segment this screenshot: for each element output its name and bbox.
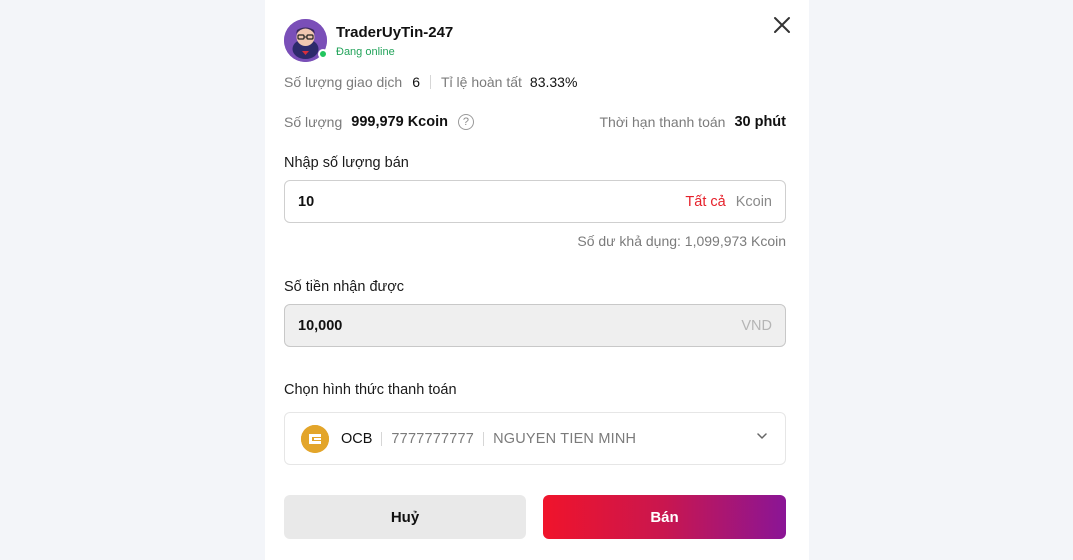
sell-amount-field[interactable]: Tất cả Kcoin: [284, 180, 786, 223]
sell-dialog: TraderUyTin-247 Đang online Số lượng gia…: [265, 0, 809, 560]
receive-amount-value: 10,000: [298, 317, 343, 334]
receive-amount-field: 10,000 VND: [284, 304, 786, 347]
cancel-button[interactable]: Huỷ: [284, 495, 526, 539]
bank-name: OCB: [341, 430, 373, 447]
online-indicator: [318, 49, 328, 59]
trades-value: 6: [412, 74, 420, 90]
payment-divider: [483, 431, 485, 446]
quantity-value: 999,979 Kcoin: [351, 114, 448, 130]
chevron-down-icon[interactable]: [755, 429, 769, 448]
sell-button[interactable]: Bán: [543, 495, 786, 539]
quantity-label: Số lượng: [284, 114, 343, 130]
ocb-bank-logo-icon: [301, 424, 329, 453]
account-number: 7777777777: [391, 430, 475, 447]
quantity-row: Số lượng 999,979 Kcoin ? Thời hạn thanh …: [284, 112, 786, 132]
completion-label: Tỉ lệ hoàn tất: [440, 74, 522, 90]
receive-amount-label: Số tiền nhận được: [284, 279, 404, 295]
avatar[interactable]: [284, 19, 328, 62]
question-circle-icon[interactable]: ?: [457, 114, 474, 130]
stats-divider: [429, 75, 431, 89]
trades-label: Số lượng giao dịch: [284, 74, 403, 90]
close-icon[interactable]: [771, 14, 793, 36]
deadline-value: 30 phút: [734, 114, 786, 130]
sell-unit: Kcoin: [735, 193, 772, 210]
sell-all-button[interactable]: Tất cả: [685, 194, 725, 210]
completion-value: 83.33%: [529, 74, 578, 90]
deadline-label: Thời hạn thanh toán: [599, 114, 726, 130]
sell-amount-input[interactable]: [298, 193, 686, 210]
account-name: NGUYEN TIEN MINH: [493, 430, 637, 447]
payment-divider: [381, 431, 383, 446]
seller-status: Đang online: [336, 46, 395, 58]
payment-method-select[interactable]: OCB 7777777777 NGUYEN TIEN MINH: [284, 412, 786, 465]
seller-header: TraderUyTin-247 Đang online: [284, 19, 453, 62]
payment-method-label: Chọn hình thức thanh toán: [284, 382, 457, 398]
receive-unit: VND: [741, 317, 772, 334]
seller-name[interactable]: TraderUyTin-247: [336, 22, 453, 44]
sell-amount-label: Nhập số lượng bán: [284, 155, 409, 171]
seller-stats: Số lượng giao dịch 6 Tỉ lệ hoàn tất 83.3…: [284, 73, 577, 91]
available-balance: Số dư khả dụng: 1,099,973 Kcoin: [577, 233, 786, 249]
seller-info: TraderUyTin-247 Đang online: [336, 22, 453, 59]
